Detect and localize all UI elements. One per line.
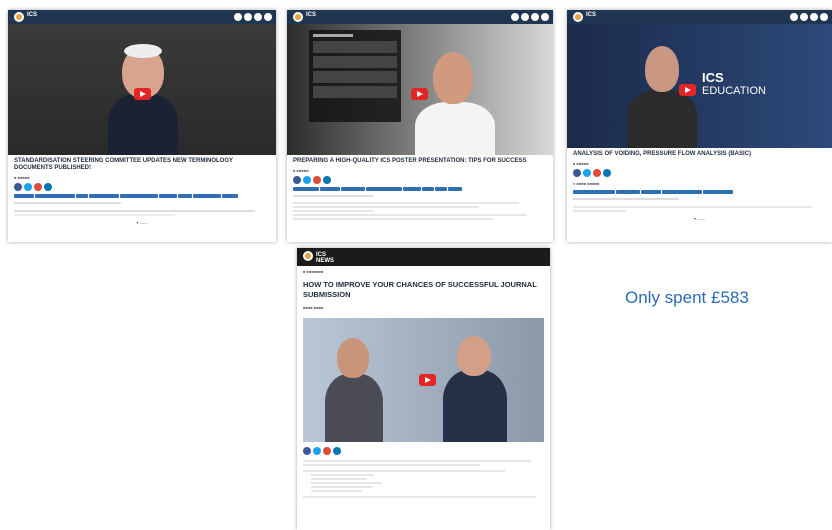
ics-education-logo: ICS EDUCATION	[702, 70, 766, 97]
nav-icons[interactable]	[511, 13, 549, 21]
play-button[interactable]	[419, 374, 436, 386]
brand-label: ICS	[27, 12, 38, 18]
article-date: ■■■■ ■■■■	[303, 305, 324, 310]
presenter-figure	[627, 90, 697, 148]
caption-text: Only spent £583	[625, 288, 749, 307]
show-more-link[interactable]: ▾ ——	[567, 214, 832, 223]
video-player[interactable]: ICS EDUCATION	[567, 24, 832, 148]
video-card-3[interactable]: ICS ICS EDUCATION ANALYSIS OF VOIDING, P…	[567, 10, 832, 242]
tag-list[interactable]	[8, 192, 276, 200]
tag-list[interactable]	[287, 185, 553, 193]
nav-icons[interactable]	[234, 13, 272, 21]
topbar: ICS	[567, 10, 832, 24]
nav-icons[interactable]	[790, 13, 828, 21]
share-icons[interactable]	[287, 175, 553, 185]
video-title[interactable]: STANDARDISATION STEERING COMMITTEE UPDAT…	[8, 155, 276, 175]
play-button[interactable]	[134, 88, 151, 100]
ics-logo-icon[interactable]	[573, 12, 583, 22]
article-title: HOW TO IMPROVE YOUR CHANCES OF SUCCESSFU…	[303, 280, 537, 299]
play-button[interactable]	[411, 88, 428, 100]
topbar: ICS	[287, 10, 553, 24]
video-card-1[interactable]: ICS STANDARDISATION STEERING COMMITTEE U…	[8, 10, 276, 242]
show-more-link[interactable]: ▾ ——	[8, 218, 276, 227]
play-button[interactable]	[679, 84, 696, 96]
playlist-overlay[interactable]	[309, 30, 401, 122]
share-icons[interactable]	[8, 182, 276, 192]
ics-logo-icon[interactable]	[293, 12, 303, 22]
video-meta: ■ ■■■■■	[14, 175, 30, 180]
share-icons[interactable]	[297, 442, 550, 456]
news-article-card[interactable]: ICS NEWS ■ ■■■■■■■ HOW TO IMPROVE YOUR C…	[297, 248, 550, 530]
topbar: ICS	[8, 10, 276, 24]
ics-logo-icon[interactable]	[14, 12, 24, 22]
presenter-figure	[415, 102, 495, 155]
presenter-head	[433, 52, 473, 104]
share-icons[interactable]	[567, 168, 832, 178]
video-card-2[interactable]: ICS PREPARING A HIGH-QUALITY ICS POSTER …	[287, 10, 553, 242]
presenter-figure	[108, 94, 178, 155]
tag-list[interactable]	[567, 188, 832, 196]
presenter-head	[645, 46, 679, 92]
video-title[interactable]: PREPARING A HIGH-QUALITY ICS POSTER PRES…	[287, 155, 553, 168]
topbar: ICS NEWS	[297, 248, 550, 266]
video-player[interactable]	[8, 24, 276, 155]
person-left	[325, 374, 383, 442]
ics-logo-icon[interactable]	[303, 251, 313, 261]
video-meta: ■ ■■■■■	[573, 161, 589, 166]
video-meta: ■ ■■■■■	[293, 168, 309, 173]
video-player[interactable]	[303, 318, 544, 442]
video-title[interactable]: ANALYSIS OF VOIDING, PRESSURE FLOW ANALY…	[567, 148, 832, 161]
person-right	[443, 370, 507, 442]
news-brand-label: ICS NEWS	[316, 252, 334, 264]
video-player[interactable]	[287, 24, 553, 155]
